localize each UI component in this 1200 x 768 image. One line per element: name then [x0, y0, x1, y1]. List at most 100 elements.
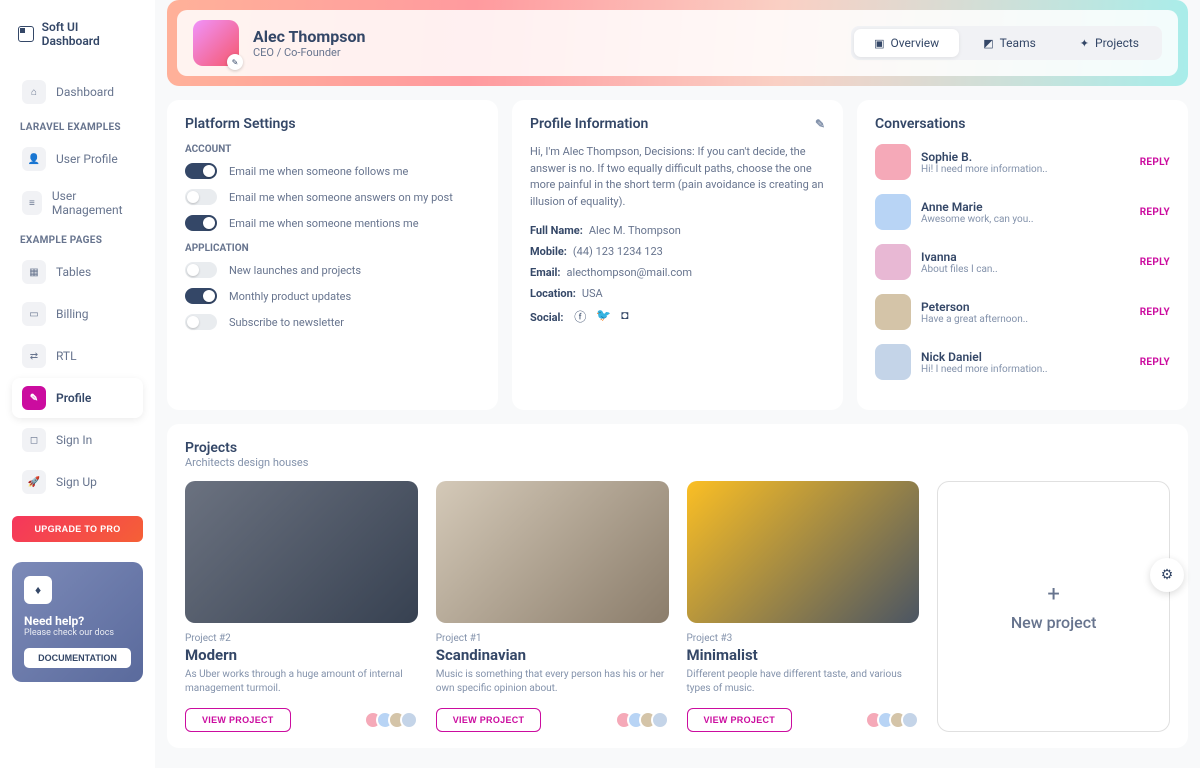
sidebar-item-label: Profile [56, 391, 91, 405]
billing-icon: ▭ [22, 302, 46, 326]
nav-section-label: EXAMPLE PAGES [20, 235, 143, 246]
avatar[interactable] [875, 294, 911, 330]
brand-label: Soft UI Dashboard [42, 20, 137, 48]
sidebar-item-label: Billing [56, 307, 89, 321]
project-number: Project #3 [687, 633, 920, 644]
edit-profile-icon[interactable]: ✎ [815, 117, 825, 131]
toggle-label: Email me when someone follows me [229, 165, 408, 178]
toggle-switch[interactable] [185, 262, 217, 278]
brand[interactable]: Soft UI Dashboard [12, 16, 143, 52]
sidebar-item-billing[interactable]: ▭ Billing [12, 294, 143, 334]
toggle-label: New launches and projects [229, 264, 361, 277]
instagram-icon[interactable]: ◘ [621, 308, 628, 325]
help-card: ♦ Need help? Please check our docs DOCUM… [12, 562, 143, 682]
twitter-icon[interactable]: 🐦 [596, 308, 611, 325]
toggle-switch[interactable] [185, 288, 217, 304]
tab-overview[interactable]: ▣Overview [854, 29, 959, 57]
conversation-message: About files I can.. [921, 264, 1130, 275]
toggle-label: Subscribe to newsletter [229, 316, 344, 329]
upgrade-button[interactable]: UPGRADE TO PRO [12, 516, 143, 542]
nav-section-label: LARAVEL EXAMPLES [20, 122, 143, 133]
conversation-name: Nick Daniel [921, 350, 1130, 364]
tab-teams[interactable]: ◩Teams [963, 29, 1056, 57]
toggle-label: Email me when someone mentions me [229, 217, 419, 230]
info-label: Email: [530, 266, 561, 279]
avatar[interactable] [875, 344, 911, 380]
sidebar-item-label: Dashboard [56, 85, 114, 99]
header-banner: ✎ Alec Thompson CEO / Co-Founder ▣Overvi… [167, 0, 1188, 86]
conversations-card: Conversations Sophie B.Hi! I need more i… [857, 100, 1188, 410]
member-avatar[interactable] [901, 711, 919, 729]
tab-projects[interactable]: ✦Projects [1060, 29, 1159, 57]
view-project-button[interactable]: VIEW PROJECT [185, 708, 291, 732]
project-image[interactable] [185, 481, 418, 623]
project-desc: Music is something that every person has… [436, 668, 669, 696]
project-name: Scandinavian [436, 646, 669, 664]
facebook-icon[interactable]: ⓕ [574, 308, 586, 325]
user-icon: 👤 [22, 147, 46, 171]
help-icon: ♦ [24, 576, 52, 604]
project-card: Project #3MinimalistDifferent people hav… [687, 481, 920, 732]
projects-title: Projects [185, 440, 1170, 456]
rtl-icon: ⇄ [22, 344, 46, 368]
project-image[interactable] [687, 481, 920, 623]
settings-fab[interactable]: ⚙ [1150, 558, 1184, 592]
help-title: Need help? [24, 614, 131, 628]
info-label: Mobile: [530, 245, 567, 258]
profile-info-title: Profile Information [530, 116, 648, 132]
sidebar-item-user-profile[interactable]: 👤 User Profile [12, 139, 143, 179]
conversation-message: Hi! I need more information.. [921, 364, 1130, 375]
brand-icon [18, 26, 34, 42]
sidebar-item-profile[interactable]: ✎ Profile [12, 378, 143, 418]
toggle-switch[interactable] [185, 215, 217, 231]
conversation-name: Peterson [921, 300, 1130, 314]
help-sub: Please check our docs [24, 628, 131, 638]
sidebar-item-dashboard[interactable]: ⌂ Dashboard [12, 72, 143, 112]
avatar-edit-icon[interactable]: ✎ [227, 54, 243, 70]
sidebar-item-sign-in[interactable]: ◻ Sign In [12, 420, 143, 460]
sidebar-item-user-management[interactable]: ≡User Management [12, 181, 143, 225]
avatar[interactable] [875, 244, 911, 280]
toggle-switch[interactable] [185, 314, 217, 330]
sidebar-item-sign-up[interactable]: 🚀Sign Up [12, 462, 143, 502]
sidebar-item-label: User Profile [56, 152, 118, 166]
profile-avatar[interactable]: ✎ [193, 20, 239, 66]
sidebar-item-tables[interactable]: ▦Tables [12, 252, 143, 292]
reply-button[interactable]: REPLY [1140, 357, 1170, 368]
project-name: Minimalist [687, 646, 920, 664]
view-project-button[interactable]: VIEW PROJECT [436, 708, 542, 732]
info-value: alecthompson@mail.com [567, 266, 692, 279]
new-project-button[interactable]: +New project [937, 481, 1170, 732]
signin-icon: ◻ [22, 428, 46, 452]
teams-icon: ◩ [983, 37, 993, 50]
gear-icon: ⚙ [1161, 567, 1174, 583]
sidebar-item-label: Sign In [56, 433, 92, 447]
project-image[interactable] [436, 481, 669, 623]
home-icon: ⌂ [22, 80, 46, 104]
reply-button[interactable]: REPLY [1140, 257, 1170, 268]
toggle-switch[interactable] [185, 189, 217, 205]
application-label: APPLICATION [185, 243, 480, 254]
reply-button[interactable]: REPLY [1140, 307, 1170, 318]
plus-icon: + [1047, 582, 1059, 607]
member-avatar[interactable] [651, 711, 669, 729]
avatar[interactable] [875, 144, 911, 180]
view-project-button[interactable]: VIEW PROJECT [687, 708, 793, 732]
profile-icon: ✎ [22, 386, 46, 410]
documentation-button[interactable]: DOCUMENTATION [24, 648, 131, 668]
toggle-switch[interactable] [185, 163, 217, 179]
info-value: (44) 123 1234 123 [573, 245, 663, 258]
project-number: Project #2 [185, 633, 418, 644]
profile-role: CEO / Co-Founder [253, 46, 851, 59]
toggle-label: Email me when someone answers on my post [229, 191, 453, 204]
reply-button[interactable]: REPLY [1140, 157, 1170, 168]
avatar[interactable] [875, 194, 911, 230]
project-desc: As Uber works through a huge amount of i… [185, 668, 418, 696]
conversations-title: Conversations [875, 116, 1170, 132]
info-label: Full Name: [530, 224, 583, 237]
list-icon: ≡ [22, 191, 42, 215]
reply-button[interactable]: REPLY [1140, 207, 1170, 218]
project-name: Modern [185, 646, 418, 664]
sidebar-item-rtl[interactable]: ⇄RTL [12, 336, 143, 376]
member-avatar[interactable] [400, 711, 418, 729]
